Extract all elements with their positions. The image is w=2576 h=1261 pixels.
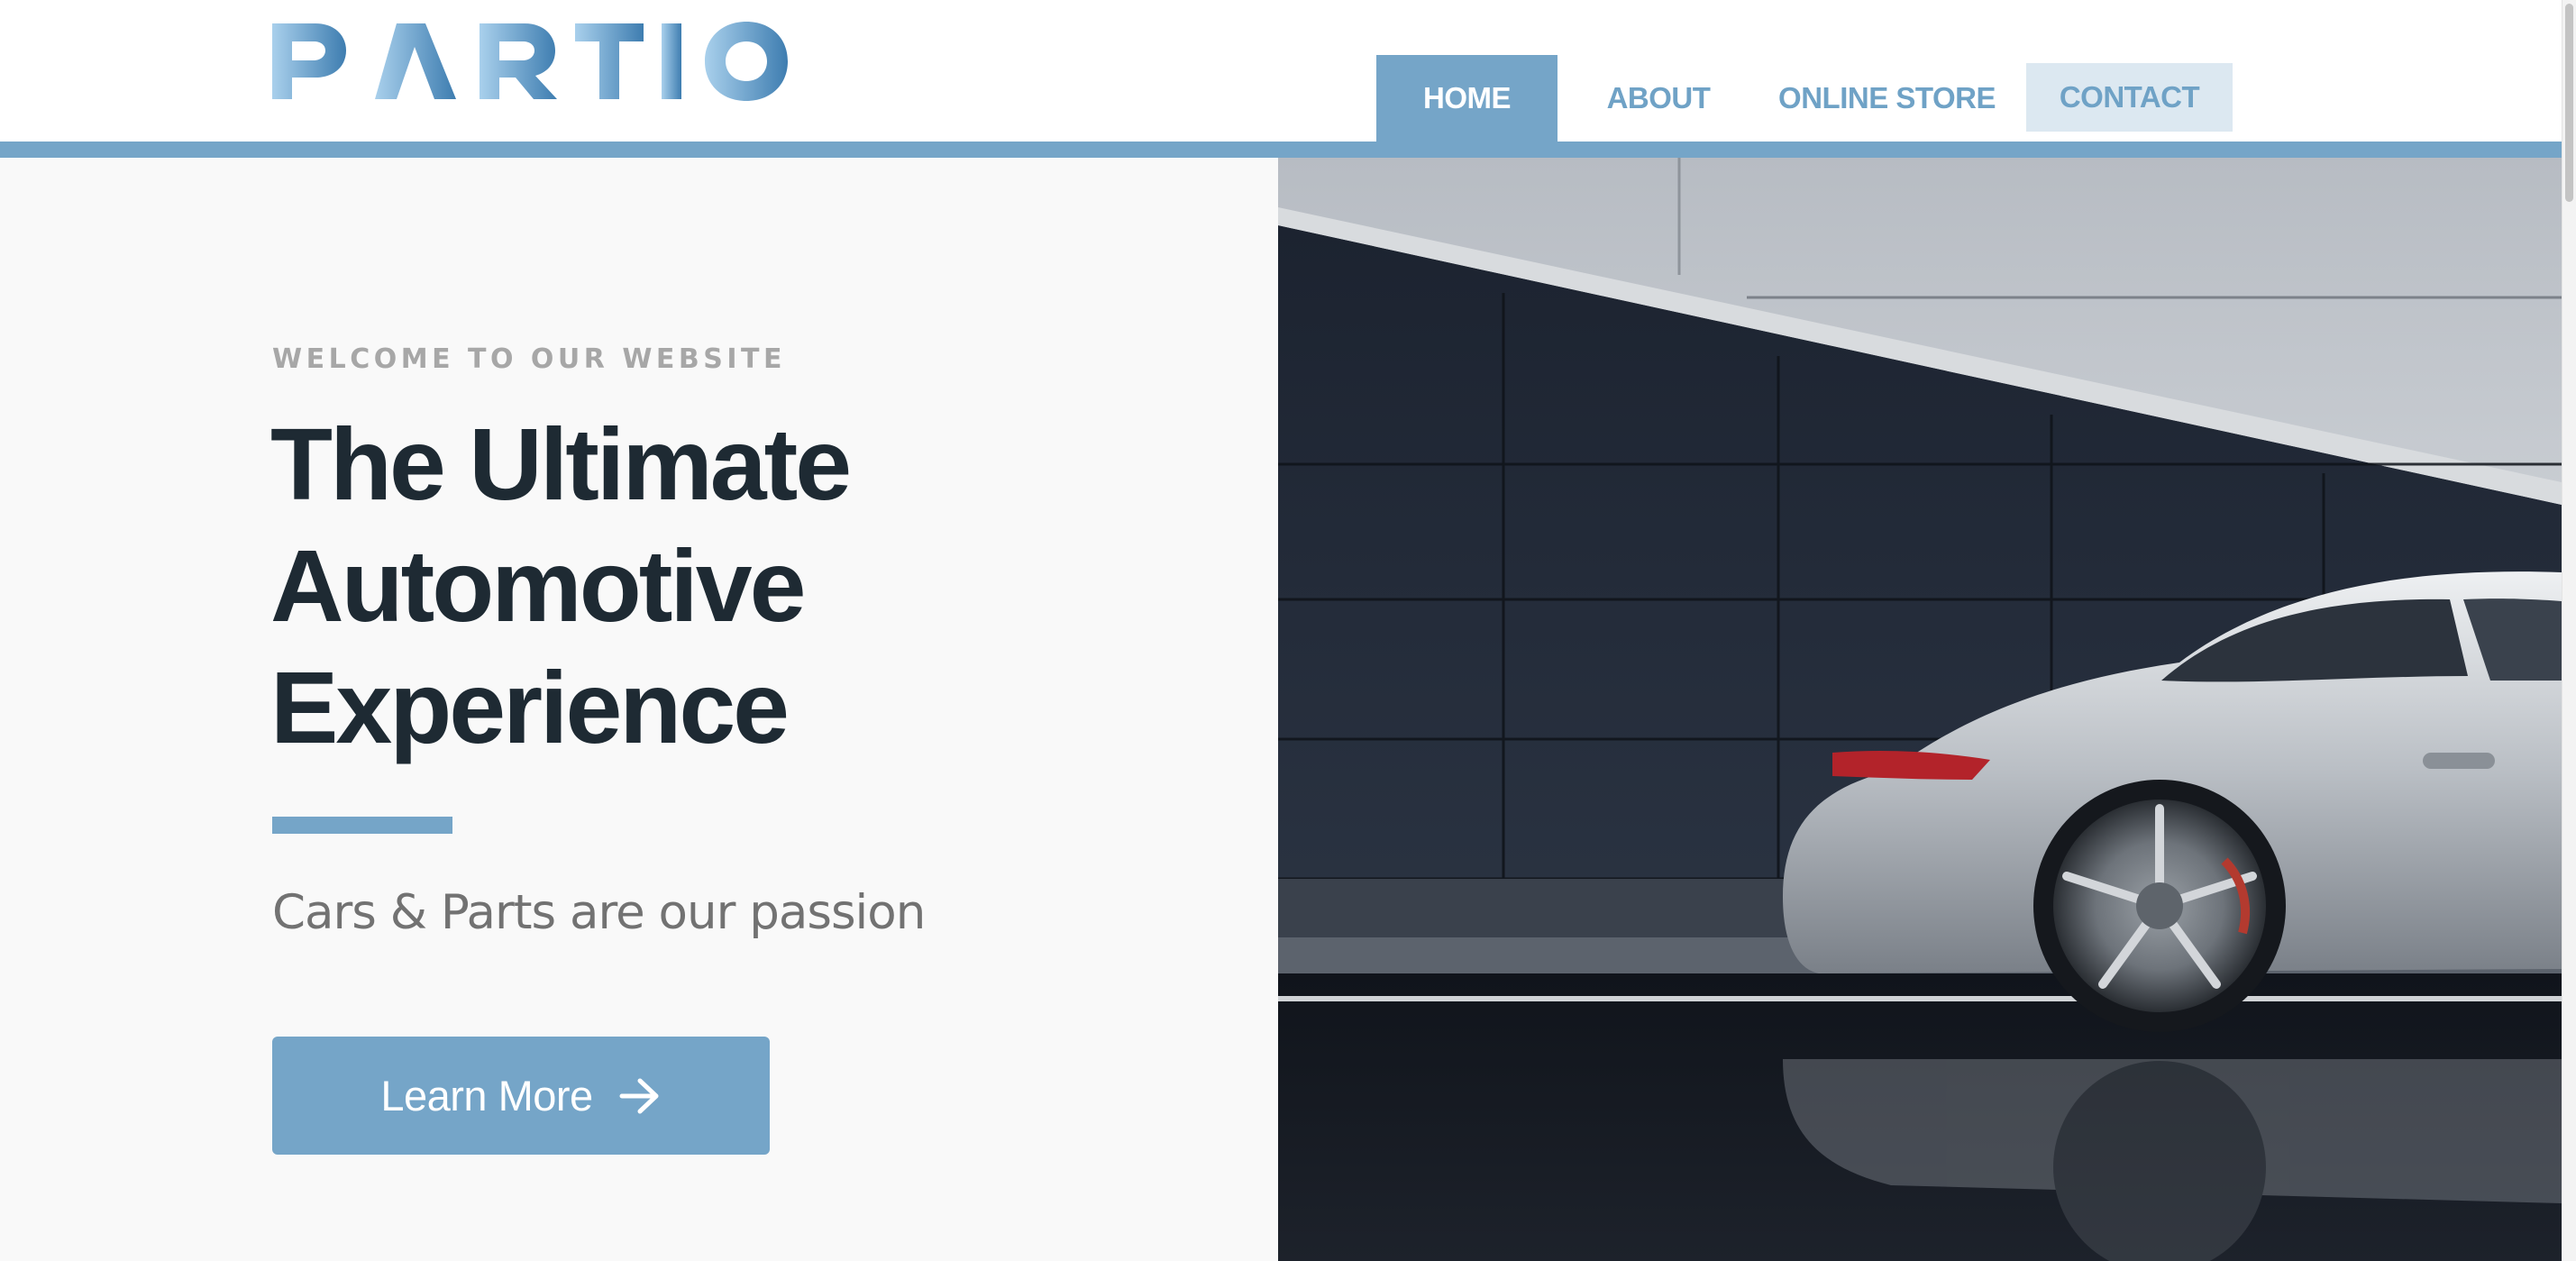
header-divider xyxy=(0,142,2562,158)
hero-headline: The Ultimate Automotive Experience xyxy=(270,404,1082,769)
headline-line-3: Experience xyxy=(270,651,790,764)
arrow-right-icon xyxy=(618,1077,662,1115)
learn-more-label: Learn More xyxy=(380,1072,593,1119)
headline-accent-bar xyxy=(272,817,452,834)
main-nav: HOME ABOUT ONLINE STORE CONTACT xyxy=(1376,55,2233,142)
site-header: HOME ABOUT ONLINE STORE CONTACT xyxy=(0,0,2562,142)
hero-tagline: Cars & Parts are our passion xyxy=(272,885,926,940)
scrollbar-thumb[interactable] xyxy=(2565,4,2573,202)
nav-contact[interactable]: CONTACT xyxy=(2026,63,2233,132)
nav-about[interactable]: ABOUT xyxy=(1557,55,1759,142)
hero-car-image xyxy=(1278,158,2562,1261)
hero-eyebrow: WELCOME TO OUR WEBSITE xyxy=(272,343,787,375)
nav-online-store[interactable]: ONLINE STORE xyxy=(1759,55,2014,142)
nav-home[interactable]: HOME xyxy=(1376,55,1557,142)
headline-line-2: Automotive xyxy=(270,529,806,643)
logo-wordmark xyxy=(272,22,788,101)
headline-line-1: The Ultimate xyxy=(270,407,852,521)
page-scrollbar[interactable] xyxy=(2562,0,2576,1261)
partio-logo[interactable] xyxy=(270,20,789,103)
learn-more-button[interactable]: Learn More xyxy=(272,1037,770,1155)
